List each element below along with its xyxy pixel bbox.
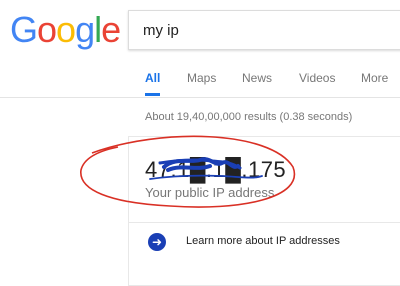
card-left-border (128, 136, 129, 286)
search-input[interactable] (143, 11, 393, 49)
google-logo[interactable]: Google (10, 9, 121, 50)
card-top-border (128, 136, 400, 137)
ip-address-label: Your public IP address (145, 185, 275, 200)
search-tabs: All Maps News Videos More (0, 68, 400, 98)
logo-letter: G (10, 9, 38, 50)
tab-news[interactable]: News (242, 68, 272, 96)
tabs-divider (0, 97, 400, 98)
logo-letter: e (101, 9, 121, 50)
results-count: About 19,40,00,000 results (0.38 seconds… (145, 111, 353, 123)
tab-videos[interactable]: Videos (299, 68, 335, 96)
tab-maps[interactable]: Maps (187, 68, 216, 96)
arrow-right-icon: ➜ (148, 233, 166, 251)
logo-letter: o (37, 9, 57, 50)
logo-letter: g (75, 9, 95, 50)
tab-all[interactable]: All (145, 68, 161, 96)
logo-letter: o (56, 9, 76, 50)
ip-address-value: 47.1█.1█.175 (145, 157, 287, 182)
search-box[interactable] (128, 10, 400, 50)
learn-more-text: Learn more about IP addresses (186, 235, 340, 247)
card-divider (128, 222, 400, 223)
tab-more[interactable]: More (361, 68, 388, 96)
logo-letter: l (94, 9, 102, 50)
